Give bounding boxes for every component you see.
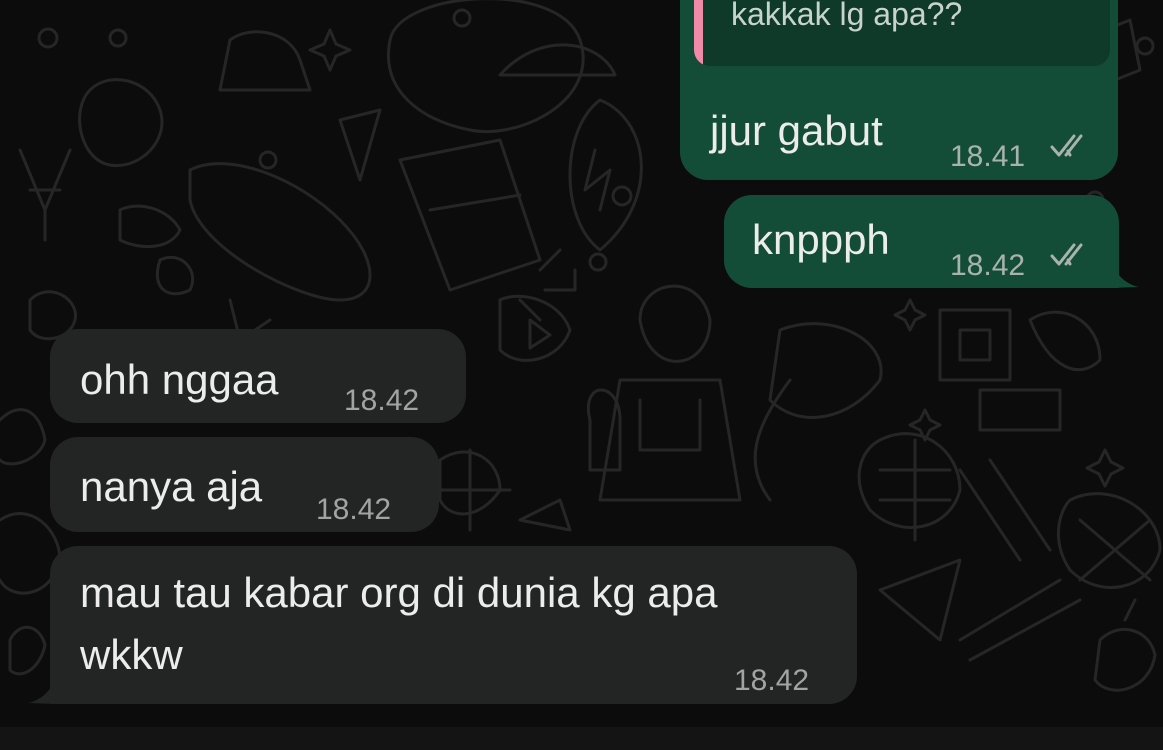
message-text-line-1: mau tau kabar org di dunia kg apa (80, 569, 718, 616)
bubble-tail (28, 674, 57, 704)
bubble-tail (1110, 258, 1139, 288)
quote-accent-bar (694, 0, 703, 66)
message-bubble-incoming[interactable]: nanya aja 18.42 (50, 437, 439, 532)
message-bubble-outgoing[interactable]: kakkak lg apa?? jjur gabut 18.41 (680, 0, 1118, 180)
message-time: 18.42 (950, 249, 1026, 282)
quoted-message-text: kakkak lg apa?? (731, 0, 963, 32)
message-text-line-2: wkkw (80, 631, 183, 678)
message-bubble-outgoing[interactable]: knppph 18.42 (724, 195, 1119, 288)
bottom-bar (0, 727, 1163, 750)
message-text: nanya aja (80, 463, 263, 510)
message-text: ohh nggaa (80, 356, 279, 403)
message-time: 18.41 (950, 140, 1026, 173)
message-text: jjur gabut (710, 107, 883, 154)
message-bubble-incoming[interactable]: mau tau kabar org di dunia kg apa wkkw 1… (50, 546, 857, 704)
message-time: 18.42 (734, 664, 810, 697)
quoted-reply[interactable]: kakkak lg apa?? (694, 0, 1110, 66)
double-check-icon (1050, 243, 1083, 266)
chat-view: kakkak lg apa?? jjur gabut 18.41 knppph … (0, 0, 1163, 750)
message-bubble-incoming[interactable]: ohh nggaa 18.42 (50, 329, 466, 423)
message-time: 18.42 (344, 384, 420, 417)
message-text: knppph (752, 216, 890, 263)
double-check-icon (1050, 134, 1083, 157)
message-time: 18.42 (316, 493, 392, 526)
